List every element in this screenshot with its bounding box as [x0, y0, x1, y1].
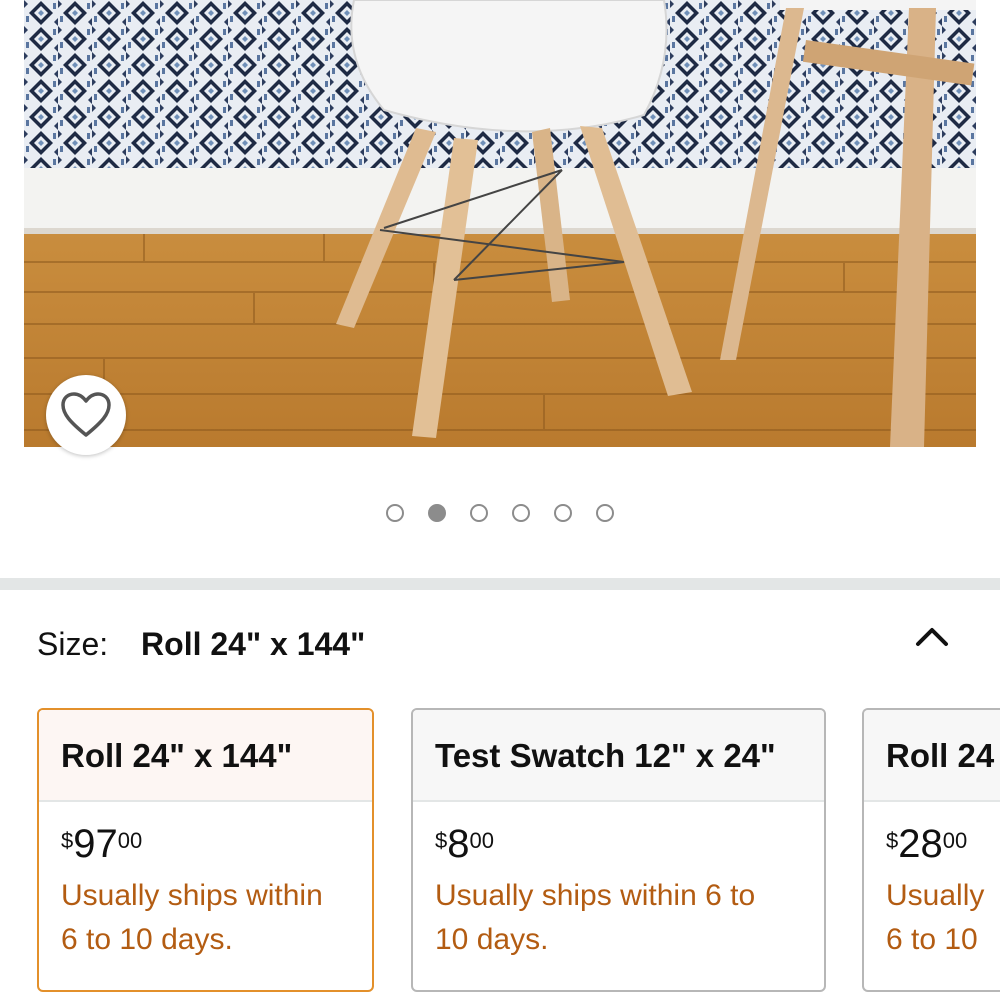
size-option-card-selected[interactable]: Roll 24" x 144" $ 97 00 Usually ships wi… — [37, 708, 374, 992]
shipping-line: 6 to 10 days. — [61, 923, 233, 956]
carousel-pagination — [0, 504, 1000, 528]
product-photo — [24, 0, 976, 447]
carousel-dot[interactable] — [470, 504, 488, 522]
shipping-line: Usually ships within 6 to — [435, 879, 756, 912]
shipping-line: Usually ships within — [61, 879, 323, 912]
section-divider — [0, 578, 1000, 590]
shipping-info: Usually ships within 6 to 10 days. — [435, 874, 802, 962]
price-whole: 97 — [73, 822, 118, 866]
size-selected-value: Roll 24" x 144" — [141, 626, 366, 662]
price-symbol: $ — [886, 828, 899, 853]
price-fraction: 00 — [469, 828, 494, 853]
carousel-dot[interactable] — [512, 504, 530, 522]
shipping-info: Usually ships within 6 to 10 days. — [61, 874, 350, 962]
product-image[interactable] — [24, 0, 976, 447]
size-option-card[interactable]: Test Swatch 12" x 24" $ 8 00 Usually shi… — [411, 708, 826, 992]
price-fraction: 00 — [117, 828, 143, 853]
size-option-title: Roll 24 — [864, 710, 1000, 802]
price: $ 97 00 — [61, 824, 350, 864]
price: $ 28 00 — [886, 824, 978, 864]
wishlist-button[interactable] — [46, 375, 126, 455]
price-whole: 28 — [898, 822, 943, 866]
shipping-info: Usually 6 to 10 — [886, 874, 985, 962]
price-symbol: $ — [435, 828, 448, 853]
price-symbol: $ — [61, 828, 74, 853]
heart-outline-icon — [61, 392, 111, 437]
size-label: Size: — [37, 626, 109, 662]
carousel-dot-active[interactable] — [428, 504, 446, 522]
size-option-title: Test Swatch 12" x 24" — [413, 710, 824, 802]
price-fraction: 00 — [942, 828, 968, 853]
price: $ 8 00 — [435, 824, 802, 864]
price-whole: 8 — [447, 822, 470, 866]
size-option-card[interactable]: Roll 24 $ 28 00 Usually 6 to 10 — [862, 708, 1000, 992]
size-selector-header[interactable]: Size: Roll 24" x 144" — [37, 622, 365, 666]
shipping-line: 6 to 10 — [886, 923, 978, 956]
carousel-dot[interactable] — [386, 504, 404, 522]
carousel-dot[interactable] — [596, 504, 614, 522]
carousel-dot[interactable] — [554, 504, 572, 522]
size-option-title: Roll 24" x 144" — [39, 710, 372, 802]
chevron-up-icon[interactable] — [912, 618, 952, 654]
shipping-line: Usually — [886, 879, 985, 912]
shipping-line: 10 days. — [435, 923, 549, 956]
